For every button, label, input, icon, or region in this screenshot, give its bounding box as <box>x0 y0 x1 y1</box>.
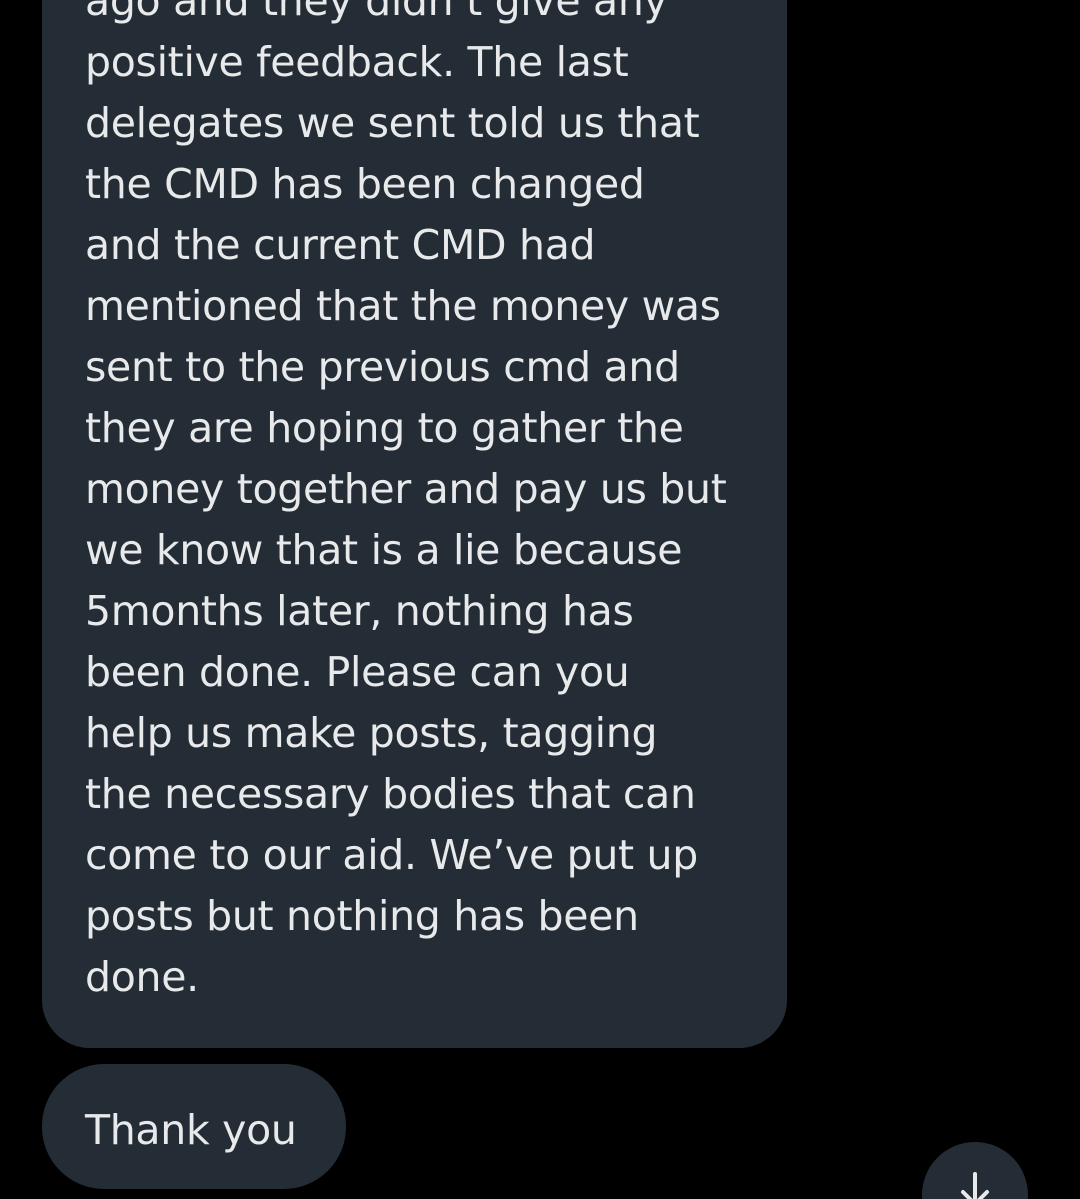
message-line: delegates we sent told us that <box>85 99 700 147</box>
message-text-thank-you: Thank you <box>85 1106 297 1154</box>
scroll-to-bottom-button[interactable] <box>922 1142 1028 1199</box>
message-line: been done. Please can you <box>85 648 630 696</box>
message-line: done. <box>85 953 199 1001</box>
message-line: the CMD has been changed <box>85 160 645 208</box>
message-line: sent to the previous cmd and <box>85 343 680 391</box>
message-line: 5months later, nothing has <box>85 587 634 635</box>
message-line: they are hoping to gather the <box>85 404 684 452</box>
message-line: money together and pay us but <box>85 465 727 513</box>
message-line: help us make posts, tagging <box>85 709 658 757</box>
message-line: and the current CMD had <box>85 221 596 269</box>
arrow-down-icon <box>961 1172 989 1199</box>
message-line: the necessary bodies that can <box>85 770 696 818</box>
message-line: mentioned that the money was <box>85 282 721 330</box>
message-line: ago and they didn’t give any <box>85 0 668 25</box>
message-line: come to our aid. We’ve put up <box>85 831 698 879</box>
message-line: posts but nothing has been <box>85 892 639 940</box>
message-text: ago and they didn’t give any positive fee… <box>85 0 727 1008</box>
message-line: positive feedback. The last <box>85 38 629 86</box>
message-line: we know that is a lie because <box>85 526 683 574</box>
